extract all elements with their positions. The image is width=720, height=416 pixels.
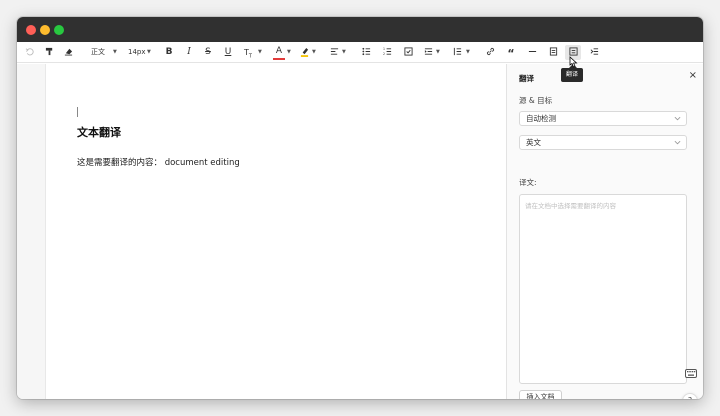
format-painter-icon[interactable] (43, 45, 55, 60)
panel-title: 翻译 (519, 74, 534, 83)
numbered-list-icon[interactable]: 12 (381, 45, 393, 60)
mouse-cursor-icon (569, 56, 578, 68)
source-target-label: 源 & 目标 (519, 96, 553, 105)
indent-icon[interactable] (422, 45, 434, 60)
translate-panel: 翻译 × 源 & 目标 自动检测 英文 译文: 请在文档中选择需要翻译的内容 插… (506, 64, 703, 399)
app-window: 正文 ▼ 14px ▼ B I S U TT ▼ A ▼ ▼ ▼ 12 ▼ ▼ … (17, 17, 703, 399)
chevron-down-icon: ▼ (342, 49, 346, 55)
svg-text:1: 1 (383, 47, 385, 51)
highlight-icon[interactable] (298, 45, 310, 60)
paragraph-style-select[interactable]: 正文 (91, 45, 105, 60)
checkbox-icon[interactable] (402, 45, 414, 60)
outline-icon[interactable] (588, 45, 600, 60)
help-button[interactable]: ? (682, 393, 698, 399)
chevron-down-icon (674, 116, 681, 121)
target-language-select[interactable]: 英文 (519, 135, 687, 150)
export-icon[interactable] (547, 45, 559, 60)
translation-label: 译文: (519, 178, 537, 187)
minimize-window-button[interactable] (40, 25, 50, 35)
insert-document-button[interactable]: 插入文档 (519, 390, 562, 399)
maximize-window-button[interactable] (54, 25, 64, 35)
undo-icon[interactable] (23, 45, 35, 60)
chevron-down-icon: ▼ (436, 49, 440, 55)
chevron-down-icon: ▼ (466, 49, 470, 55)
font-size-select[interactable]: 14px (128, 45, 146, 60)
align-icon[interactable] (328, 45, 340, 60)
editor-area: 文本翻译 这是需要翻译的内容： document editing (17, 64, 506, 399)
chevron-down-icon: ▼ (258, 49, 262, 55)
keyboard-icon[interactable] (685, 369, 697, 378)
text-size-icon[interactable]: TT (242, 45, 254, 60)
bullet-list-icon[interactable] (360, 45, 372, 60)
document-paragraph[interactable]: 这是需要翻译的内容： document editing (77, 156, 240, 168)
underline-icon[interactable]: U (222, 45, 234, 60)
bold-icon[interactable]: B (163, 45, 175, 60)
document-title[interactable]: 文本翻译 (77, 124, 121, 140)
chevron-down-icon: ▼ (113, 49, 117, 55)
chevron-down-icon (674, 140, 681, 145)
chevron-down-icon: ▼ (147, 49, 151, 55)
clear-format-icon[interactable] (62, 45, 74, 60)
horizontal-rule-icon[interactable] (526, 45, 538, 60)
text-caret (77, 107, 78, 117)
translate-tooltip: 翻译 (561, 64, 583, 82)
close-window-button[interactable] (26, 25, 36, 35)
source-language-select[interactable]: 自动检测 (519, 111, 687, 126)
svg-text:2: 2 (383, 52, 385, 56)
translation-output[interactable]: 请在文档中选择需要翻译的内容 (519, 194, 687, 384)
chevron-down-icon: ▼ (287, 49, 291, 55)
close-icon[interactable]: × (689, 70, 697, 82)
italic-icon[interactable]: I (183, 45, 195, 60)
target-language-value: 英文 (526, 138, 541, 147)
line-height-icon[interactable] (451, 45, 463, 60)
title-bar (17, 17, 703, 42)
font-color-icon[interactable]: A (273, 45, 285, 60)
chevron-down-icon: ▼ (312, 49, 316, 55)
editor-toolbar: 正文 ▼ 14px ▼ B I S U TT ▼ A ▼ ▼ ▼ 12 ▼ ▼ … (17, 42, 703, 63)
strikethrough-icon[interactable]: S (202, 45, 214, 60)
source-language-value: 自动检测 (526, 114, 556, 123)
link-icon[interactable] (484, 45, 496, 60)
document-page[interactable]: 文本翻译 这是需要翻译的内容： document editing (45, 64, 506, 399)
quote-icon[interactable]: “ (505, 45, 517, 60)
